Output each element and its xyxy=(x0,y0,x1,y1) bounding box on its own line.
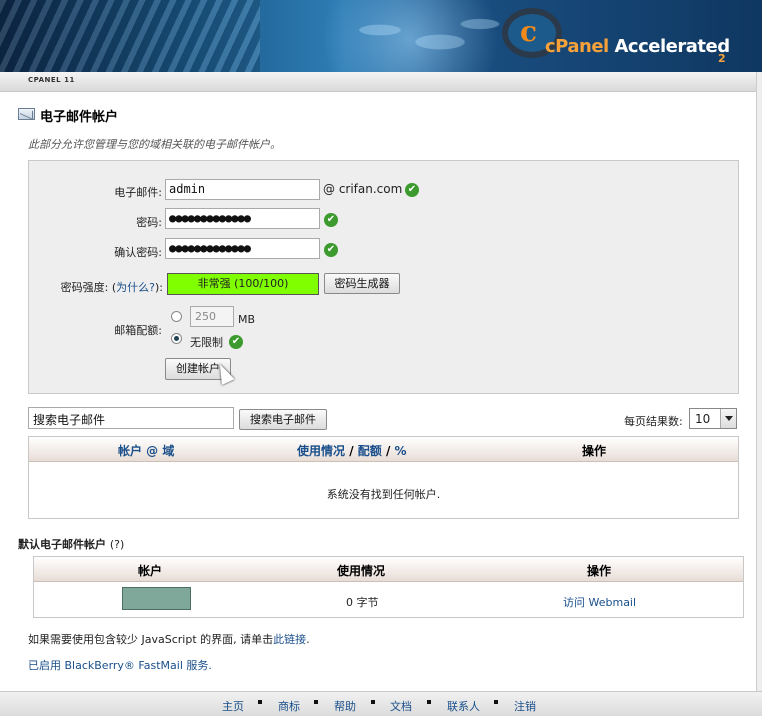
footer-separator xyxy=(314,700,318,704)
quota-input[interactable]: 250 xyxy=(190,306,234,327)
default-account-usage: 0 字节 xyxy=(346,596,379,609)
password-label: 密码: xyxy=(136,216,162,229)
per-page-select[interactable]: 10 xyxy=(689,408,737,429)
cpanel-logo-version: 2 xyxy=(718,52,726,65)
confirm-valid-check-icon: ✔ xyxy=(324,243,338,257)
quota-unit: MB xyxy=(238,313,256,326)
blackberry-note-suffix: 服务. xyxy=(182,659,212,672)
low-js-link[interactable]: 此链接 xyxy=(273,633,306,646)
accounts-table-header: 帐户 @ 域 使用情况 / 配额 / % 操作 xyxy=(29,437,738,462)
quota-unlimited-radio[interactable] xyxy=(171,333,182,344)
footer-separator xyxy=(258,700,262,704)
sort-account-link[interactable]: 帐户 @ 域 xyxy=(118,444,174,458)
email-label: 电子邮件: xyxy=(114,186,162,199)
footer-home-link[interactable]: 主页 xyxy=(222,698,244,714)
quota-limited-radio[interactable] xyxy=(171,311,182,322)
cpanel-logo: cPanel Accelerated xyxy=(545,36,730,57)
quota-unlimited-label: 无限制 xyxy=(190,336,223,349)
low-js-note-end: . xyxy=(306,633,310,646)
search-input[interactable]: 搜索电子邮件 xyxy=(28,407,234,429)
footer-contact-link[interactable]: 联系人 xyxy=(447,698,480,714)
strength-label: 密码强度: (为什么?): xyxy=(40,279,163,295)
quota-valid-check-icon: ✔ xyxy=(229,335,243,349)
password-field[interactable]: ●●●●●●●●●●●●● xyxy=(165,208,320,229)
sort-usage-link[interactable]: 使用情况 xyxy=(297,444,345,458)
chevron-down-icon[interactable] xyxy=(720,409,736,428)
default-account-title-text: 默认电子邮件帐户 xyxy=(18,538,106,551)
low-js-note-text: 如果需要使用包含较少 JavaScript 的界面, 请单击 xyxy=(28,633,274,646)
footer-help-link[interactable]: 帮助 xyxy=(334,698,356,714)
col-usage-quota: 使用情况 / 配额 / % xyxy=(297,442,407,459)
low-js-note: 如果需要使用包含较少 JavaScript 的界面, 请单击此链接. xyxy=(28,631,310,647)
col-account-domain[interactable]: 帐户 @ 域 xyxy=(118,442,174,459)
footer-separator xyxy=(427,700,431,704)
col-actions: 操作 xyxy=(582,444,607,458)
email-valid-check-icon: ✔ xyxy=(405,183,419,197)
strength-label-text: 密码强度: ( xyxy=(60,281,117,294)
default-account-table: 帐户 使用情况 操作 0 字节 访问 Webmail xyxy=(33,556,744,618)
cpanel-logo-c: c xyxy=(520,15,538,48)
confirm-password-label: 确认密码: xyxy=(114,246,162,259)
cpanel-logo-brand: cPanel xyxy=(545,36,609,57)
accounts-table: 帐户 @ 域 使用情况 / 配额 / % 操作 系统没有找到任何帐户. xyxy=(28,436,739,519)
right-edge xyxy=(756,72,762,716)
access-webmail-link[interactable]: 访问 Webmail xyxy=(563,594,636,610)
col-account: 帐户 xyxy=(138,564,163,578)
strength-label-end: ): xyxy=(155,281,163,294)
password-strength-meter: 非常强 (100/100) xyxy=(167,273,319,295)
strength-why-link[interactable]: 为什么? xyxy=(116,281,155,294)
footer-logout-link[interactable]: 注销 xyxy=(514,698,536,714)
top-bar xyxy=(0,72,762,92)
col-actions: 操作 xyxy=(587,564,612,578)
default-account-name xyxy=(122,587,191,610)
footer-separator xyxy=(494,700,498,704)
sort-percent-link[interactable]: % xyxy=(395,444,407,458)
email-domain: @ crifan.com xyxy=(323,182,403,196)
email-field[interactable]: admin xyxy=(165,179,320,200)
default-account-title: 默认电子邮件帐户 (?) xyxy=(18,536,124,552)
default-account-help-link[interactable]: (?) xyxy=(110,538,124,551)
footer-docs-link[interactable]: 文档 xyxy=(390,698,412,714)
default-table-header: 帐户 使用情况 操作 xyxy=(34,557,743,582)
page-description: 此部分允许您管理与您的域相关联的电子邮件帐户。 xyxy=(28,138,281,151)
quota-label: 邮箱配额: xyxy=(114,324,162,337)
password-valid-check-icon: ✔ xyxy=(324,213,338,227)
per-page-label: 每页结果数: xyxy=(624,415,683,428)
empty-accounts-message: 系统没有找到任何帐户. xyxy=(326,488,441,501)
blackberry-fastmail-link[interactable]: BlackBerry® FastMail xyxy=(65,659,183,672)
banner-cables-graphic xyxy=(0,0,260,72)
cpanel-version: CPANEL 11 xyxy=(28,76,75,84)
col-sep-1: / xyxy=(345,444,358,458)
footer-separator xyxy=(371,700,375,704)
cpanel-logo-accelerated: Accelerated xyxy=(614,36,731,57)
confirm-password-field[interactable]: ●●●●●●●●●●●●● xyxy=(165,238,320,259)
email-envelope-icon xyxy=(18,108,35,120)
col-usage: 使用情况 xyxy=(337,564,386,578)
page-title: 电子邮件帐户 xyxy=(40,110,119,125)
footer-trademarks-link[interactable]: 商标 xyxy=(278,698,300,714)
per-page-value: 10 xyxy=(695,412,711,426)
col-sep-2: / xyxy=(381,444,395,458)
search-button[interactable]: 搜索电子邮件 xyxy=(239,409,327,430)
password-generator-button[interactable]: 密码生成器 xyxy=(324,273,400,294)
banner-world-map xyxy=(320,6,520,66)
blackberry-note: 已启用 BlackBerry® FastMail 服务. xyxy=(28,657,212,673)
footer-bar xyxy=(0,691,762,716)
blackberry-note-prefix: 已启用 xyxy=(28,659,65,672)
sort-quota-link[interactable]: 配额 xyxy=(358,444,382,458)
